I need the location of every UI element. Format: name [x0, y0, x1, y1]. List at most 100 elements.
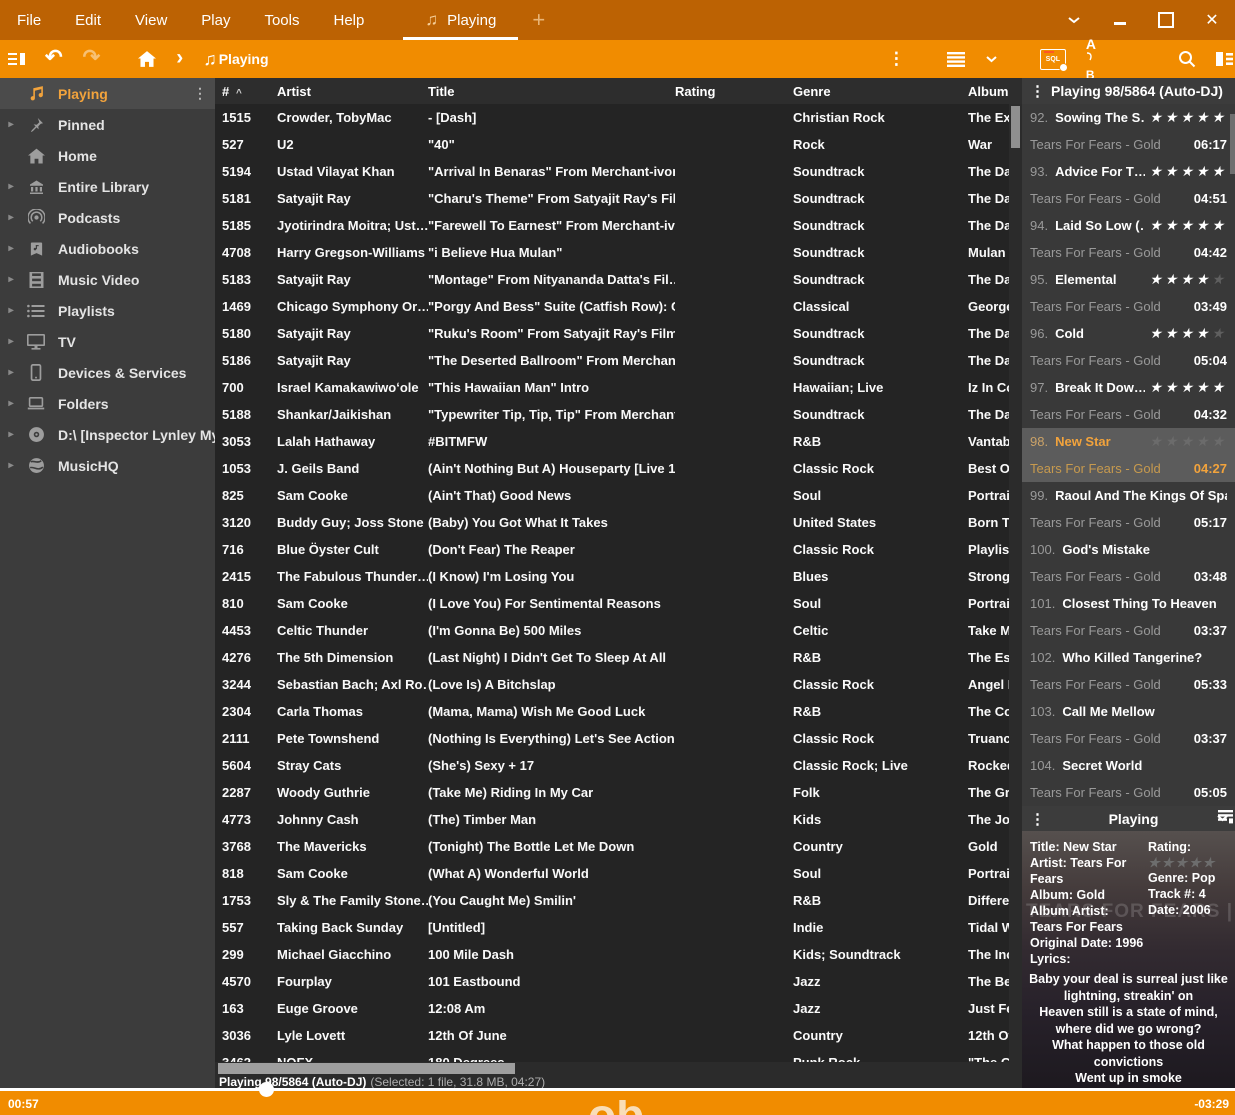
minimize-button[interactable]: [1097, 0, 1143, 40]
sidebar-item-pinned[interactable]: ▸Pinned: [0, 109, 215, 140]
seek-handle[interactable]: [259, 1082, 274, 1097]
table-row[interactable]: 3768The Mavericks(Tonight) The Bottle Le…: [215, 833, 1022, 860]
tab-playing[interactable]: ♫ Playing: [403, 0, 518, 40]
queue-item[interactable]: 92.Sowing The S…★★★★★Tears For Fears - G…: [1022, 104, 1235, 158]
expand-chevron-icon[interactable]: ▸: [0, 367, 22, 378]
collection-filter-button[interactable]: SQL: [1030, 40, 1076, 78]
sidebar-item-audiobooks[interactable]: ▸Audiobooks: [0, 233, 215, 264]
column-header-num[interactable]: # ^: [222, 84, 277, 99]
table-row[interactable]: 3120Buddy Guy; Joss Stone(Baby) You Got …: [215, 509, 1022, 536]
queue-scrollbar[interactable]: [1230, 104, 1235, 805]
sidebar-item-podcasts[interactable]: ▸Podcasts: [0, 202, 215, 233]
seek-bar[interactable]: [0, 1088, 1235, 1091]
queue-item[interactable]: 97.Break It Dow…★★★★★Tears For Fears - G…: [1022, 374, 1235, 428]
search-button[interactable]: [1168, 40, 1206, 78]
rating-stars[interactable]: ★★★★★: [1148, 855, 1235, 870]
queue-item[interactable]: 94.Laid So Low (…★★★★★Tears For Fears - …: [1022, 212, 1235, 266]
vertical-scrollbar-thumb[interactable]: [1011, 106, 1020, 148]
rating-stars[interactable]: ★★★★★: [1149, 379, 1227, 396]
table-row[interactable]: 2111Pete Townshend(Nothing Is Everything…: [215, 725, 1022, 752]
expand-chevron-icon[interactable]: ▸: [0, 336, 22, 347]
menu-help[interactable]: Help: [317, 0, 382, 40]
new-tab-button[interactable]: +: [518, 0, 559, 40]
table-row[interactable]: 700Israel Kamakawiwoʻole"This Hawaiian M…: [215, 374, 1022, 401]
queue-item[interactable]: 93.Advice For T…★★★★★Tears For Fears - G…: [1022, 158, 1235, 212]
menu-edit[interactable]: Edit: [58, 0, 118, 40]
rating-stars[interactable]: ★★★★★: [1149, 325, 1227, 342]
sidebar-item-home[interactable]: Home: [0, 140, 215, 171]
expand-chevron-icon[interactable]: ▸: [0, 119, 22, 130]
undo-button[interactable]: ↶: [35, 38, 73, 76]
horizontal-scrollbar-thumb[interactable]: [218, 1063, 515, 1074]
table-row[interactable]: 4708Harry Gregson-Williams"i Believe Hua…: [215, 239, 1022, 266]
table-row[interactable]: 5188Shankar/Jaikishan"Typewriter Tip, Ti…: [215, 401, 1022, 428]
redo-button[interactable]: ↷: [73, 38, 111, 76]
menu-view[interactable]: View: [118, 0, 184, 40]
sidebar-item-playlists[interactable]: ▸Playlists: [0, 295, 215, 326]
sidebar-item-devices-services[interactable]: ▸Devices & Services: [0, 357, 215, 388]
close-button[interactable]: ✕: [1189, 0, 1235, 40]
queue-item[interactable]: 99.Raoul And The Kings Of SpainTears For…: [1022, 482, 1235, 536]
panel-layout-button[interactable]: [1206, 40, 1235, 78]
expand-chevron-icon[interactable]: ▸: [0, 460, 22, 471]
table-row[interactable]: 1753Sly & The Family Stone…(You Caught M…: [215, 887, 1022, 914]
expand-chevron-icon[interactable]: ▸: [0, 212, 22, 223]
window-menu-chevron-button[interactable]: [1051, 0, 1097, 40]
sidebar-item-musichq[interactable]: ▸MusicHQ: [0, 450, 215, 481]
queue-item[interactable]: 102.Who Killed Tangerine?Tears For Fears…: [1022, 644, 1235, 698]
queue-kebab-button[interactable]: ⋮: [1022, 82, 1051, 100]
sidebar-item-tv[interactable]: ▸TV: [0, 326, 215, 357]
table-row[interactable]: 527U2"40"RockWar: [215, 131, 1022, 158]
view-options-kebab-button[interactable]: ⋮: [878, 40, 915, 78]
column-header-rating[interactable]: Rating: [675, 84, 793, 99]
table-row[interactable]: 5194Ustad Vilayat Khan"Arrival In Benara…: [215, 158, 1022, 185]
table-row[interactable]: 3244Sebastian Bach; Axl Ro…(Love Is) A B…: [215, 671, 1022, 698]
queue-item[interactable]: 95.Elemental★★★★★Tears For Fears - Gold0…: [1022, 266, 1235, 320]
queue-item[interactable]: 104.Secret WorldTears For Fears - Gold05…: [1022, 752, 1235, 806]
sidebar-item-playing[interactable]: Playing⋮: [0, 78, 215, 109]
queue-item-current[interactable]: 98.New Star★★★★★Tears For Fears - Gold04…: [1022, 428, 1235, 482]
queue-item[interactable]: 101.Closest Thing To HeavenTears For Fea…: [1022, 590, 1235, 644]
maximize-button[interactable]: [1143, 0, 1189, 40]
queue-item[interactable]: 103.Call Me MellowTears For Fears - Gold…: [1022, 698, 1235, 752]
table-row[interactable]: 818Sam Cooke(What A) Wonderful WorldSoul…: [215, 860, 1022, 887]
queue-item[interactable]: 96.Cold★★★★★Tears For Fears - Gold05:04: [1022, 320, 1235, 374]
expand-chevron-icon[interactable]: ▸: [0, 398, 22, 409]
sidebar-item-entire-library[interactable]: ▸Entire Library: [0, 171, 215, 202]
horizontal-scrollbar[interactable]: [215, 1062, 1022, 1075]
table-row[interactable]: 3462NOFX180 DegreesPunk Rock"The Gra: [215, 1049, 1022, 1062]
table-row[interactable]: 2304Carla Thomas(Mama, Mama) Wish Me Goo…: [215, 698, 1022, 725]
expand-chevron-icon[interactable]: ▸: [0, 274, 22, 285]
sidebar-item-kebab-button[interactable]: ⋮: [193, 78, 207, 109]
table-row[interactable]: 5604Stray Cats(She's) Sexy + 17Classic R…: [215, 752, 1022, 779]
queue-scrollbar-thumb[interactable]: [1230, 114, 1235, 174]
table-row[interactable]: 716Blue Öyster Cult(Don't Fear) The Reap…: [215, 536, 1022, 563]
table-row[interactable]: 163Euge Groove12:08 AmJazzJust Fee: [215, 995, 1022, 1022]
table-row[interactable]: 1515Crowder, TobyMac- [Dash]Christian Ro…: [215, 104, 1022, 131]
table-row[interactable]: 299Michael Giacchino100 Mile DashKids; S…: [215, 941, 1022, 968]
table-row[interactable]: 4453Celtic Thunder(I'm Gonna Be) 500 Mil…: [215, 617, 1022, 644]
table-row[interactable]: 2415The Fabulous Thunder…(I Know) I'm Lo…: [215, 563, 1022, 590]
menu-play[interactable]: Play: [184, 0, 247, 40]
rating-stars[interactable]: ★★★★★: [1149, 109, 1227, 126]
expand-chevron-icon[interactable]: ▸: [0, 429, 22, 440]
now-playing-layout-icon[interactable]: [1218, 810, 1233, 824]
table-row[interactable]: 810Sam Cooke(I Love You) For Sentimental…: [215, 590, 1022, 617]
column-header-album[interactable]: Album: [968, 84, 1022, 99]
table-row[interactable]: 557Taking Back Sunday[Untitled]IndieTida…: [215, 914, 1022, 941]
menu-file[interactable]: File: [0, 0, 58, 40]
rating-stars[interactable]: ★★★★★: [1149, 163, 1227, 180]
rating-stars[interactable]: ★★★★★: [1149, 271, 1227, 288]
sidebar-item-music-video[interactable]: ▸Music Video: [0, 264, 215, 295]
table-row[interactable]: 4773Johnny Cash(The) Timber ManKidsThe J…: [215, 806, 1022, 833]
sort-button[interactable]: AB: [1076, 40, 1106, 78]
column-header-genre[interactable]: Genre: [793, 84, 968, 99]
sidebar-item-d-inspector-lynley-mysteri[interactable]: ▸D:\ [Inspector Lynley Mysteri: [0, 419, 215, 450]
toggle-sidebar-button[interactable]: [0, 40, 35, 78]
menu-tools[interactable]: Tools: [247, 0, 316, 40]
view-dropdown-button[interactable]: [975, 40, 1008, 78]
now-playing-kebab-button[interactable]: ⋮: [1022, 810, 1051, 828]
expand-chevron-icon[interactable]: ▸: [0, 181, 22, 192]
table-row[interactable]: 4570Fourplay101 EastboundJazzThe Bes: [215, 968, 1022, 995]
table-row[interactable]: 3036Lyle Lovett12th Of JuneCountry12th O…: [215, 1022, 1022, 1049]
